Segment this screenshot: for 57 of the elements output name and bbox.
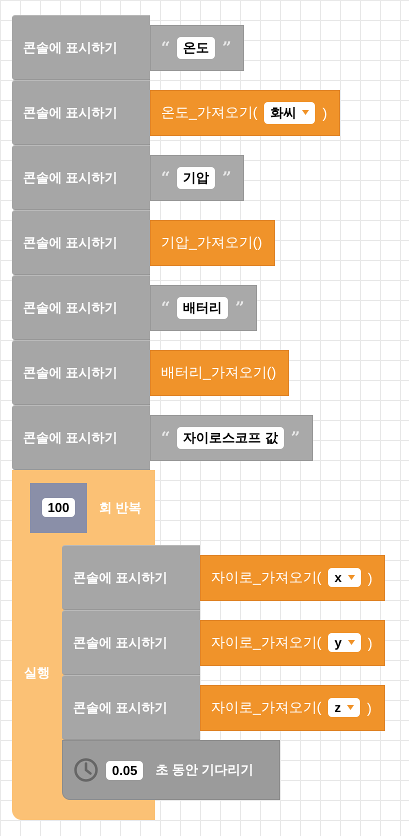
block-label: 콘솔에 표시하기 <box>73 698 168 716</box>
text-block[interactable]: “ 기압 ” <box>150 154 244 200</box>
wait-block[interactable]: 0.05 초 동안 기다리기 <box>62 740 280 800</box>
parenthesis: ) <box>366 700 372 716</box>
text-field[interactable]: 자이로스코프 값 <box>177 426 284 448</box>
block-label: 회 반복 <box>99 498 142 516</box>
block-label: 콘솔에 표시하기 <box>23 298 118 316</box>
quote-mark: “ <box>161 38 170 57</box>
caret-icon <box>302 110 310 115</box>
function-name: 배터리_가져오기() <box>161 364 276 382</box>
quote-mark: ” <box>290 428 300 447</box>
text-field[interactable]: 기압 <box>177 166 216 188</box>
block-label: 실행 <box>24 664 50 682</box>
parenthesis: ) <box>322 104 328 120</box>
function-name: 자이로_가져오기( <box>211 698 322 716</box>
block-label: 콘솔에 표시하기 <box>73 568 168 586</box>
caret-icon <box>348 640 355 645</box>
quote-mark: “ <box>161 428 170 447</box>
text-block[interactable]: “ 온도 ” <box>150 24 244 70</box>
block-label: 콘솔에 표시하기 <box>73 634 168 652</box>
block-label: 콘솔에 표시하기 <box>23 104 118 122</box>
block-label: 콘솔에 표시하기 <box>23 38 118 56</box>
caret-icon <box>346 705 354 710</box>
repeat-block[interactable]: 100 회 반복 실행 콘솔에 표시하기 자이로_가져오기( x ) 콘솔에 표시하기 자이로_가져오기( y ) 콘솔에 표시하기 자이로_가져오기( z ) 0.05 초 동안 기다리기 <box>12 470 386 820</box>
caret-icon <box>348 575 355 580</box>
text-block[interactable]: “ 자이로스코프 값 ” <box>150 414 314 460</box>
quote-mark: ” <box>235 298 244 317</box>
number-block[interactable]: 100 <box>30 482 87 532</box>
function-name: 온도_가져오기( <box>161 104 258 122</box>
function-block[interactable]: 자이로_가져오기( z ) <box>200 684 385 730</box>
clock-icon <box>74 758 98 782</box>
dropdown[interactable]: y <box>328 633 361 652</box>
function-block[interactable]: 자이로_가져오기( x ) <box>200 554 386 600</box>
block-label: 초 동안 기다리기 <box>155 761 254 779</box>
dropdown[interactable]: x <box>328 568 361 587</box>
quote-mark: “ <box>161 298 170 317</box>
function-name: 기압_가져오기() <box>161 234 262 252</box>
quote-mark: ” <box>222 168 232 187</box>
block-label: 콘솔에 표시하기 <box>23 428 118 446</box>
quote-mark: “ <box>161 168 170 187</box>
text-field[interactable]: 온도 <box>177 36 216 58</box>
block-label: 콘솔에 표시하기 <box>23 364 118 382</box>
parenthesis: ) <box>368 634 372 650</box>
dropdown[interactable]: z <box>328 698 360 717</box>
quote-mark: ” <box>222 38 232 57</box>
text-block[interactable]: “ 배터리 ” <box>150 284 258 330</box>
function-name: 자이로_가져오기( <box>211 634 322 652</box>
text-field[interactable]: 배터리 <box>177 296 228 318</box>
dropdown[interactable]: 화씨 <box>264 102 316 124</box>
block-label: 콘솔에 표시하기 <box>23 168 118 186</box>
function-block[interactable]: 온도_가져오기( 화씨 ) <box>150 90 340 136</box>
number-field[interactable]: 100 <box>42 498 76 517</box>
function-block[interactable]: 자이로_가져오기( y ) <box>200 620 386 666</box>
block-label: 콘솔에 표시하기 <box>23 234 118 252</box>
function-name: 자이로_가져오기( <box>211 568 322 586</box>
parenthesis: ) <box>368 570 372 586</box>
number-field[interactable]: 0.05 <box>106 760 144 780</box>
